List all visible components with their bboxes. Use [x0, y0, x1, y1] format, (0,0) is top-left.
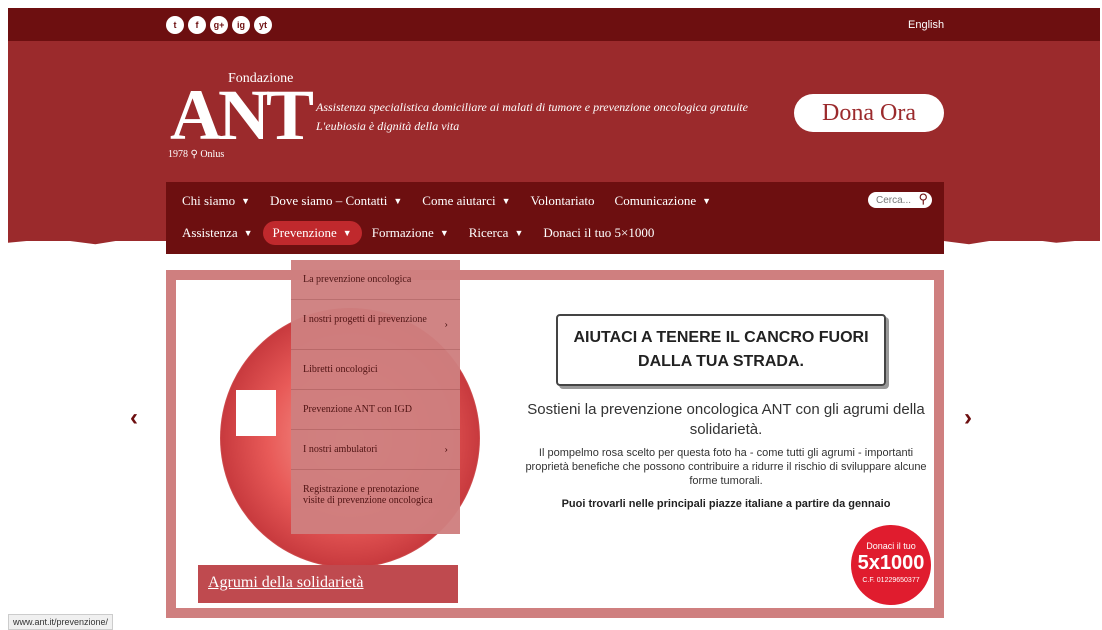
slide-subtitle: Sostieni la prevenzione oncologica ANT c… — [527, 401, 925, 438]
tagline-line-1: Assistenza specialistica domiciliare ai … — [316, 100, 748, 114]
search-icon[interactable]: ⚲ — [918, 191, 928, 207]
nav-volontariato[interactable]: Volontariato — [521, 189, 605, 213]
chevron-down-icon: ▼ — [514, 228, 524, 238]
search-input[interactable]: Cerca... ⚲ — [868, 191, 932, 208]
youtube-icon[interactable]: yt — [254, 16, 272, 34]
chevron-down-icon: ▼ — [241, 196, 251, 206]
slide-headline: AIUTACI A TENERE IL CANCRO FUORI DALLA T… — [556, 314, 886, 386]
twitter-icon[interactable]: t — [166, 16, 184, 34]
donate-button[interactable]: Dona Ora — [794, 94, 944, 132]
language-link[interactable]: English — [908, 19, 944, 31]
nav-5x1000[interactable]: Donaci il tuo 5×1000 — [533, 221, 664, 245]
page: t f g+ ig yt English Fondazione ANT 1978… — [8, 8, 1100, 620]
badge-big: 5x1000 — [857, 552, 925, 574]
5x1000-badge[interactable]: Donaci il tuo 5x1000 C.F. 01229650377 — [851, 525, 931, 605]
facebook-icon[interactable]: f — [188, 16, 206, 34]
nav-row-1: Chi siamo ▼ Dove siamo – Contatti ▼ Come a… — [172, 188, 721, 214]
chevron-right-icon: › — [444, 443, 448, 455]
dropdown-item[interactable]: Registrazione e prenotazione visite di p… — [291, 470, 460, 534]
next-arrow-icon[interactable]: › — [964, 404, 972, 432]
dropdown-item[interactable]: Libretti oncologici — [291, 350, 460, 390]
social-links: t f g+ ig yt — [166, 16, 272, 34]
chevron-down-icon: ▼ — [393, 196, 403, 206]
no-entry-mark — [236, 390, 276, 436]
slide-caption-link[interactable]: Agrumi della solidarietà — [208, 574, 364, 592]
slide-text: Il pompelmo rosa scelto per questa foto … — [525, 447, 927, 487]
tagline: Assistenza specialistica domiciliare ai … — [316, 98, 748, 136]
chevron-down-icon: ▼ — [243, 228, 253, 238]
logo-year: 1978 ⚲ Onlus — [168, 149, 225, 160]
logo[interactable]: Fondazione ANT 1978 ⚲ Onlus — [166, 71, 314, 166]
dropdown-item[interactable]: I nostri progetti di prevenzione › — [291, 300, 460, 350]
chevron-down-icon: ▼ — [501, 196, 511, 206]
prevenzione-dropdown: La prevenzione oncologica I nostri proge… — [291, 260, 460, 534]
slide-bold-text: Puoi trovarli nelle principali piazze it… — [561, 498, 891, 510]
chevron-down-icon: ▼ — [439, 228, 449, 238]
nav-prevenzione[interactable]: Prevenzione ▼ — [262, 221, 362, 245]
instagram-icon[interactable]: ig — [232, 16, 250, 34]
nav-assistenza[interactable]: Assistenza ▼ — [172, 221, 263, 245]
dropdown-item[interactable]: La prevenzione oncologica — [291, 260, 460, 300]
nav-ricerca[interactable]: Ricerca ▼ — [459, 221, 534, 245]
google-plus-icon[interactable]: g+ — [210, 16, 228, 34]
logo-ant: ANT — [170, 75, 314, 155]
nav-row-2: Assistenza ▼ Prevenzione ▼ Formazione ▼ Ric… — [172, 220, 664, 246]
dropdown-item[interactable]: I nostri ambulatori › — [291, 430, 460, 470]
badge-cf: C.F. 01229650377 — [862, 577, 920, 584]
nav-come-aiutarci[interactable]: Come aiutarci ▼ — [412, 189, 520, 213]
tagline-line-2: L'eubiosia è dignità della vita — [316, 119, 460, 133]
hero-slider: AIUTACI A TENERE IL CANCRO FUORI DALLA T… — [166, 270, 944, 618]
prev-arrow-icon[interactable]: ‹ — [130, 404, 138, 432]
chevron-right-icon: › — [444, 318, 448, 330]
nav-formazione[interactable]: Formazione ▼ — [362, 221, 459, 245]
slide: AIUTACI A TENERE IL CANCRO FUORI DALLA T… — [176, 280, 934, 608]
main-nav: Chi siamo ▼ Dove siamo – Contatti ▼ Come a… — [166, 182, 944, 254]
slide-caption[interactable]: Agrumi della solidarietà — [198, 565, 458, 603]
nav-chi-siamo[interactable]: Chi siamo ▼ — [172, 189, 260, 213]
dropdown-item[interactable]: Prevenzione ANT con IGD — [291, 390, 460, 430]
top-bar: t f g+ ig yt English — [8, 8, 1100, 41]
nav-comunicazione[interactable]: Comunicazione ▼ — [605, 189, 722, 213]
nav-dove-siamo[interactable]: Dove siamo – Contatti ▼ — [260, 189, 412, 213]
badge-top: Donaci il tuo — [866, 541, 916, 551]
chevron-down-icon: ▼ — [342, 228, 352, 238]
chevron-down-icon: ▼ — [702, 196, 712, 206]
